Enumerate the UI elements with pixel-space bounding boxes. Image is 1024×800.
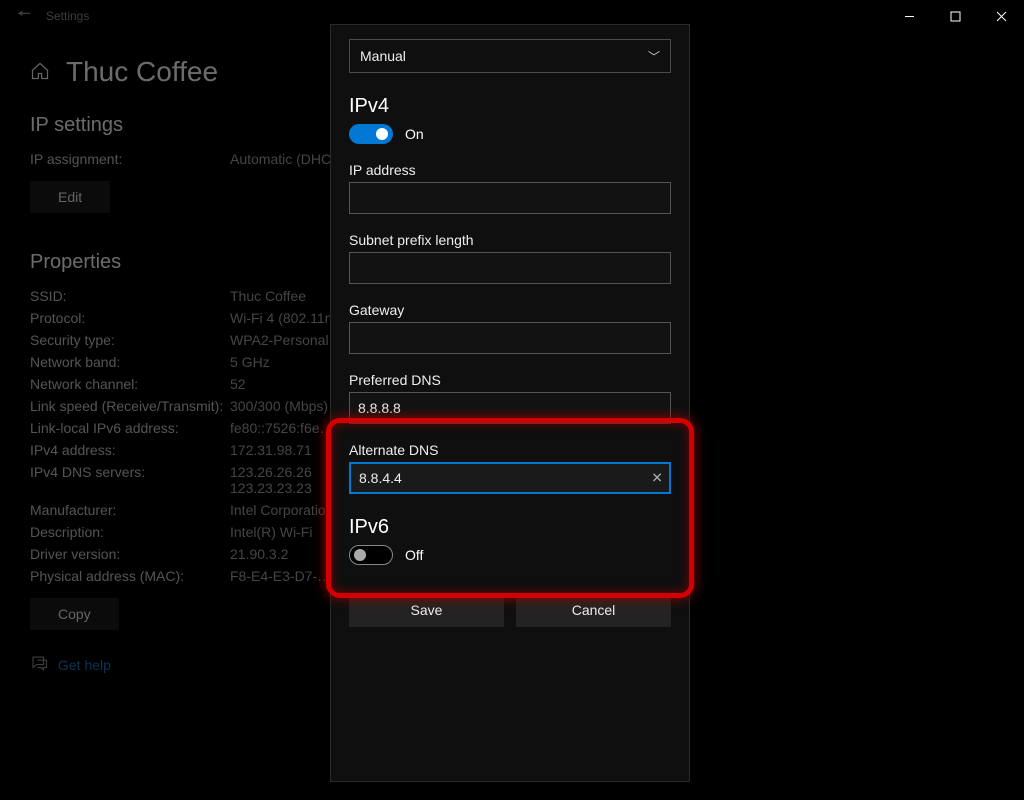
- ip-assignment-value: Automatic (DHCP): [230, 151, 345, 167]
- clear-input-icon[interactable]: ✕: [651, 470, 663, 487]
- back-icon[interactable]: 🠔: [8, 3, 40, 30]
- prop-value: WPA2-Personal: [230, 332, 329, 348]
- prop-label: Link-local IPv6 address:: [30, 420, 230, 436]
- prop-value: 5 GHz: [230, 354, 270, 370]
- prop-value: F8-E4-E3-D7-…: [230, 568, 331, 584]
- prop-label: Protocol:: [30, 310, 230, 326]
- prop-label: Link speed (Receive/Transmit):: [30, 398, 230, 414]
- prop-label: SSID:: [30, 288, 230, 304]
- maximize-button[interactable]: [932, 0, 978, 32]
- prop-label: Network channel:: [30, 376, 230, 392]
- ipv6-toggle-label: Off: [405, 547, 423, 563]
- prop-label: Driver version:: [30, 546, 230, 562]
- alternate-dns-label: Alternate DNS: [349, 442, 671, 458]
- prop-value: Wi-Fi 4 (802.11n): [230, 310, 337, 326]
- save-button[interactable]: Save: [349, 593, 504, 627]
- home-icon[interactable]: [30, 61, 50, 84]
- ip-address-label: IP address: [349, 162, 671, 178]
- ipv6-toggle[interactable]: [349, 545, 393, 565]
- copy-button[interactable]: Copy: [30, 598, 119, 630]
- preferred-dns-label: Preferred DNS: [349, 372, 671, 388]
- gateway-label: Gateway: [349, 302, 671, 318]
- prop-label: Manufacturer:: [30, 502, 230, 518]
- edit-button[interactable]: Edit: [30, 181, 110, 213]
- prop-label: Description:: [30, 524, 230, 540]
- prop-value: 52: [230, 376, 246, 392]
- ipv4-toggle-label: On: [405, 126, 424, 142]
- prop-value: Thuc Coffee: [230, 288, 306, 304]
- ip-settings-modal: Manual ﹀ IPv4 On IP address Subnet prefi…: [330, 24, 690, 782]
- ip-assignment-label: IP assignment:: [30, 151, 230, 167]
- dropdown-value: Manual: [360, 48, 406, 64]
- ipv4-heading: IPv4: [349, 95, 671, 118]
- dns-value: 123.23.23.23: [230, 480, 312, 496]
- page-title: Thuc Coffee: [66, 56, 218, 88]
- minimize-button[interactable]: [886, 0, 932, 32]
- prop-value: fe80::7526:f6e…: [230, 420, 334, 436]
- preferred-dns-input[interactable]: [349, 392, 671, 424]
- prop-value: Intel(R) Wi-Fi: [230, 524, 312, 540]
- prop-label: Physical address (MAC):: [30, 568, 230, 584]
- prop-value: 21.90.3.2: [230, 546, 288, 562]
- dns-value: 123.26.26.26: [230, 464, 312, 480]
- window-controls: [886, 0, 1024, 32]
- prop-value: 300/300 (Mbps): [230, 398, 328, 414]
- prop-label: Security type:: [30, 332, 230, 348]
- subnet-input[interactable]: [349, 252, 671, 284]
- ip-mode-dropdown[interactable]: Manual ﹀: [349, 39, 671, 73]
- prop-value: 172.31.98.71: [230, 442, 312, 458]
- subnet-label: Subnet prefix length: [349, 232, 671, 248]
- prop-label: IPv4 DNS servers:: [30, 464, 230, 496]
- close-button[interactable]: [978, 0, 1024, 32]
- cancel-button[interactable]: Cancel: [516, 593, 671, 627]
- alternate-dns-input[interactable]: [349, 462, 671, 494]
- help-link[interactable]: Get help: [58, 657, 111, 673]
- gateway-input[interactable]: [349, 322, 671, 354]
- ipv4-toggle[interactable]: [349, 124, 393, 144]
- titlebar-title: Settings: [46, 9, 89, 23]
- prop-label: IPv4 address:: [30, 442, 230, 458]
- chat-icon: [30, 654, 48, 675]
- ip-address-input[interactable]: [349, 182, 671, 214]
- prop-label: Network band:: [30, 354, 230, 370]
- chevron-down-icon: ﹀: [648, 48, 660, 65]
- prop-value: Intel Corporation: [230, 502, 334, 518]
- ipv6-heading: IPv6: [349, 516, 671, 539]
- prop-value: 123.26.26.26 123.23.23.23: [230, 464, 312, 496]
